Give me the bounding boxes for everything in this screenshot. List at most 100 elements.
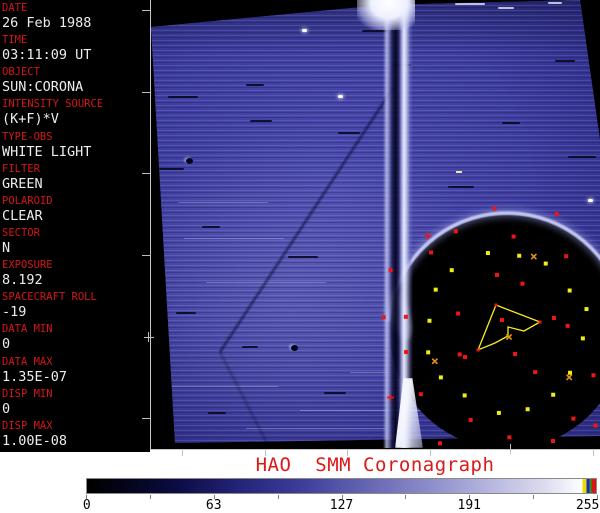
field-label: INTENSITY SOURCE bbox=[2, 98, 104, 111]
fiducial-dot bbox=[457, 352, 462, 357]
metadata-field: DISP MIN 0 bbox=[2, 388, 150, 420]
field-label: DATA MAX bbox=[2, 355, 53, 368]
field-label: FILTER bbox=[2, 162, 40, 175]
fiducial-dot bbox=[533, 370, 538, 375]
fiducial-dot bbox=[429, 250, 434, 255]
fiducial-dot bbox=[552, 316, 556, 320]
fiducial-dot bbox=[381, 315, 386, 320]
fiducial-dot bbox=[500, 318, 504, 322]
fiducial-dot bbox=[494, 303, 498, 307]
metadata-panel: DATE 26 Feb 1988 TIME 03:11:09 UT OBJECT SUN:… bbox=[0, 0, 150, 452]
fiducial-markers-layer bbox=[381, 206, 598, 446]
fiducial-dot bbox=[388, 268, 393, 273]
fiducial-dot bbox=[584, 307, 589, 312]
fiducial-dot bbox=[551, 392, 556, 397]
metadata-field: SPACECRAFT ROLL -19 bbox=[2, 291, 150, 323]
frame-bottom-axis bbox=[150, 449, 600, 450]
fiducial-dot bbox=[551, 439, 555, 443]
colorbar-tick bbox=[149, 495, 151, 499]
fiducial-dot bbox=[492, 206, 497, 211]
field-value: 8.192 bbox=[2, 272, 43, 289]
fiducial-dot bbox=[567, 288, 572, 293]
fiducial-dot bbox=[453, 229, 458, 234]
fiducial-dot bbox=[564, 254, 569, 259]
axis-plus-mark bbox=[144, 336, 154, 338]
field-label: SPACECRAFT ROLL bbox=[2, 291, 97, 304]
metadata-field: SECTOR N bbox=[2, 227, 150, 259]
fiducial-dot bbox=[571, 416, 576, 421]
metadata-field: DISP MAX 1.00E-08 bbox=[2, 420, 150, 452]
fiducial-dot bbox=[593, 423, 598, 428]
field-value: (K+F)*V bbox=[2, 111, 59, 128]
fiducial-dot bbox=[463, 355, 467, 359]
field-label: DISP MIN bbox=[2, 387, 53, 400]
fiducial-dot bbox=[427, 318, 432, 323]
frame-left-axis bbox=[150, 0, 151, 450]
field-label: EXPOSURE bbox=[2, 259, 53, 272]
field-value: 1.35E-07 bbox=[2, 368, 68, 385]
fiducial-dot bbox=[525, 407, 530, 412]
fiducial-dot bbox=[591, 373, 596, 378]
field-value: 03:11:09 UT bbox=[2, 47, 92, 64]
metadata-field: TYPE-OBS WHITE LIGHT bbox=[2, 131, 150, 163]
fiducial-dot bbox=[456, 311, 461, 316]
field-label: DATE bbox=[2, 2, 28, 14]
fiducial-dot bbox=[468, 418, 473, 423]
fiducial-dot bbox=[565, 323, 570, 328]
fiducial-dot bbox=[404, 350, 409, 355]
fiducial-dot bbox=[507, 435, 512, 440]
field-label: SECTOR bbox=[2, 226, 40, 239]
field-label: DATA MIN bbox=[2, 323, 53, 336]
colorbar-gradient bbox=[86, 478, 597, 494]
field-value: GREEN bbox=[2, 175, 43, 192]
fiducial-dot bbox=[496, 410, 501, 415]
axis-plus-mark bbox=[510, 444, 511, 454]
field-value: CLEAR bbox=[2, 207, 43, 224]
fiducial-dot bbox=[462, 393, 467, 398]
axis-plus-mark bbox=[148, 332, 149, 342]
colorbar-tick bbox=[277, 495, 279, 499]
metadata-field: DATA MAX 1.35E-07 bbox=[2, 356, 150, 388]
fiducial-dot bbox=[437, 441, 442, 446]
field-label: DISP MAX bbox=[2, 419, 53, 432]
fiducial-dot bbox=[538, 320, 542, 324]
fiducial-dot bbox=[511, 234, 516, 239]
fiducial-dot bbox=[403, 314, 408, 319]
metadata-field: TIME 03:11:09 UT bbox=[2, 34, 150, 66]
instrument-title: HAO SMM Coronagraph bbox=[255, 454, 495, 476]
axis-tick bbox=[142, 417, 150, 419]
fiducial-dot bbox=[543, 261, 548, 266]
field-value: -19 bbox=[2, 304, 27, 321]
fiducial-dot bbox=[554, 211, 559, 216]
fiducial-dot bbox=[513, 352, 517, 356]
axis-tick bbox=[142, 172, 150, 174]
colorbar: 0 63 127 191 255 bbox=[82, 478, 600, 513]
field-value: WHITE LIGHT bbox=[2, 143, 92, 160]
colorbar-tick-label: 63 bbox=[205, 498, 222, 513]
field-label: POLAROID bbox=[2, 194, 53, 207]
axis-tick bbox=[142, 254, 150, 256]
fiducial-dot bbox=[568, 370, 573, 375]
coronagraph-image bbox=[150, 0, 600, 449]
metadata-field: DATE 26 Feb 1988 bbox=[2, 2, 150, 34]
colorbar-tick-label: 0 bbox=[82, 498, 91, 513]
field-label: TYPE-OBS bbox=[2, 130, 53, 143]
fiducial-dot bbox=[449, 268, 454, 273]
field-value: 1.00E-08 bbox=[2, 432, 68, 449]
fiducial-dot bbox=[426, 350, 431, 355]
colorbar-tick-label: 255 bbox=[575, 498, 600, 513]
fiducial-dot bbox=[485, 251, 490, 256]
metadata-field: OBJECT SUN:CORONA bbox=[2, 66, 150, 98]
axis-tick bbox=[142, 91, 150, 93]
field-value: 0 bbox=[2, 400, 11, 417]
metadata-field: INTENSITY SOURCE (K+F)*V bbox=[2, 98, 150, 130]
metadata-field: DATA MIN 0 bbox=[2, 323, 150, 355]
fiducial-dot bbox=[495, 273, 499, 277]
field-value: 0 bbox=[2, 336, 11, 353]
colorbar-tick-label: 191 bbox=[457, 498, 481, 513]
field-value: N bbox=[2, 239, 11, 256]
metadata-field: EXPOSURE 8.192 bbox=[2, 259, 150, 291]
pointer-polygon bbox=[476, 304, 542, 352]
fiducial-dot bbox=[476, 348, 480, 352]
fiducial-dot bbox=[580, 336, 585, 341]
